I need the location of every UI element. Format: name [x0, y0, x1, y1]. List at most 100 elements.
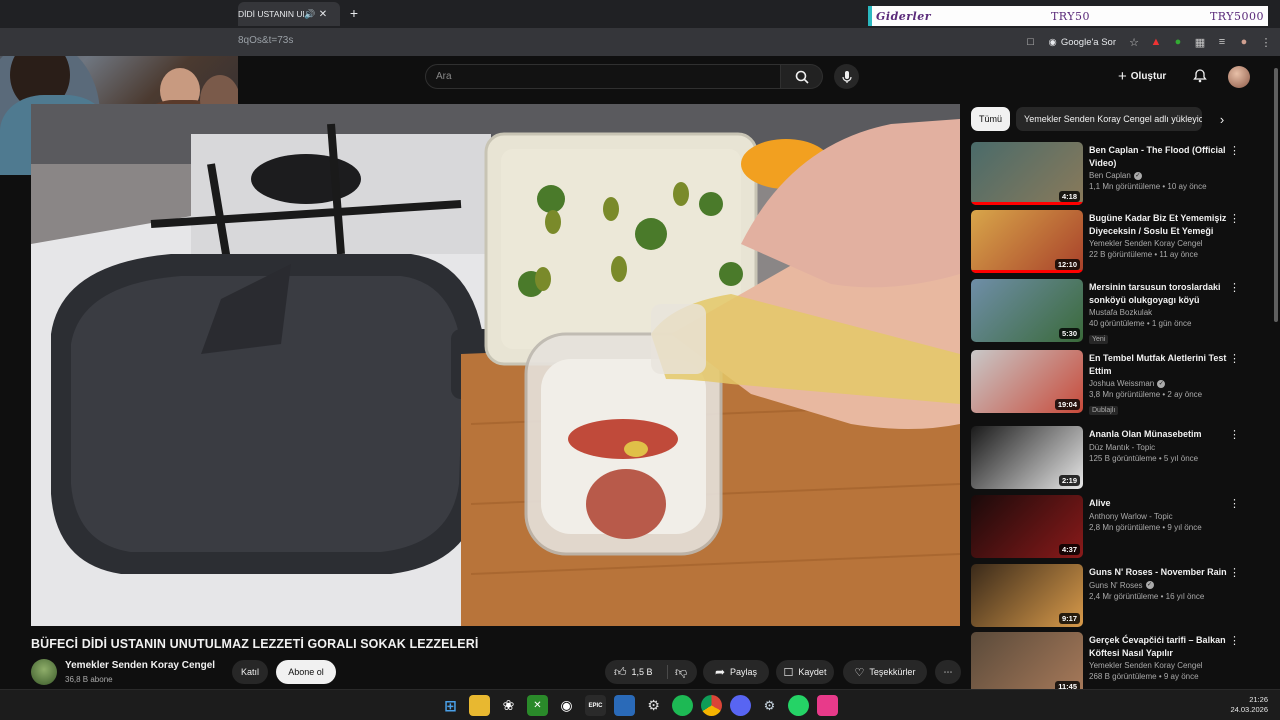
- recommendation-item[interactable]: 5:30 Mersinin tarsusun toroslardaki sonkö…: [971, 279, 1261, 345]
- video-thumbnail[interactable]: 5:30: [971, 279, 1083, 342]
- bookmark-icon: ☐: [783, 666, 794, 679]
- thanks-button[interactable]: ♡ Teşekkürler: [843, 660, 927, 684]
- browser-tab[interactable]: DİDİ USTANIN UNUTU 🔊 ✕: [238, 2, 340, 26]
- steam-icon[interactable]: ⚙: [759, 695, 780, 716]
- more-vertical-icon[interactable]: ⋮: [1229, 428, 1240, 441]
- chatgpt-icon[interactable]: ❀: [498, 695, 519, 716]
- recommendation-meta: 2,4 Mr görüntüleme • 16 yıl önce: [1089, 591, 1205, 601]
- donation-overlay: Giderler TRY50 TRY5000: [868, 6, 1268, 26]
- recommendation-title[interactable]: Guns N' Roses - November Rain: [1089, 566, 1227, 579]
- recommendation-item[interactable]: 12:10 Bugüne Kadar Biz Et Yememişiz Diyec…: [971, 210, 1261, 276]
- recommendation-title[interactable]: Gerçek Ćevapčići tarifi – Balkan Köftesi…: [1089, 634, 1227, 659]
- recommendation-title[interactable]: Alive: [1089, 497, 1227, 510]
- chrome-icon[interactable]: [701, 695, 722, 716]
- chevron-right-icon[interactable]: ›: [1214, 112, 1230, 128]
- watch-progress-bar: [971, 270, 1083, 273]
- share-icon: ➦: [714, 665, 726, 679]
- more-vertical-icon[interactable]: ⋮: [1229, 144, 1240, 157]
- subscribe-button[interactable]: Abone ol: [276, 660, 336, 684]
- search-input[interactable]: Ara: [425, 64, 781, 89]
- recommendation-title[interactable]: Ben Caplan - The Flood (Official Video): [1089, 144, 1227, 169]
- recommendation-title[interactable]: En Tembel Mutfak Aletlerini Test Ettim: [1089, 352, 1227, 377]
- recommendation-item[interactable]: 4:37 Alive Anthony Warlow - Topic 2,8 Mn gö…: [971, 495, 1261, 561]
- like-count[interactable]: 1,5 B: [632, 667, 653, 677]
- extension-green-icon[interactable]: ●: [1170, 34, 1186, 50]
- playlist-icon[interactable]: ≡: [1214, 34, 1230, 50]
- recommendation-channel[interactable]: Ben Caplan: [1089, 171, 1131, 180]
- recommendation-channel[interactable]: Joshua Weissman: [1089, 379, 1154, 388]
- video-thumbnail[interactable]: 4:37: [971, 495, 1083, 558]
- discord-icon[interactable]: [730, 695, 751, 716]
- page-scrollbar[interactable]: [1274, 68, 1278, 322]
- recommendation-item[interactable]: 19:04 En Tembel Mutfak Aletlerini Test Et…: [971, 350, 1261, 416]
- recommendation-meta: 40 görüntüleme • 1 gün önce: [1089, 319, 1192, 328]
- menu-dots-icon[interactable]: ⋮: [1258, 34, 1274, 50]
- google-sor-button[interactable]: ◉ Google'a Sor: [1045, 37, 1120, 48]
- more-actions-button[interactable]: ⋯: [935, 660, 961, 684]
- bookmark-star-icon[interactable]: ☆: [1126, 34, 1142, 50]
- shield-app-icon[interactable]: [614, 695, 635, 716]
- video-thumbnail[interactable]: 4:18: [971, 142, 1083, 205]
- profile-icon[interactable]: ●: [1236, 34, 1252, 50]
- more-vertical-icon[interactable]: ⋮: [1229, 352, 1240, 365]
- xbox-icon[interactable]: ✕: [527, 695, 548, 716]
- close-tab-icon[interactable]: ✕: [316, 9, 330, 20]
- app-pink-icon[interactable]: [817, 695, 838, 716]
- video-thumbnail[interactable]: 19:04: [971, 350, 1083, 413]
- channel-name[interactable]: Yemekler Senden Koray Cengel: [65, 660, 215, 671]
- video-thumbnail[interactable]: 11:45: [971, 632, 1083, 695]
- notifications-bell-icon[interactable]: [1192, 68, 1208, 84]
- search-button[interactable]: [781, 64, 823, 89]
- share-button[interactable]: ➦ Paylaş: [703, 660, 769, 684]
- account-avatar[interactable]: [1228, 66, 1250, 88]
- dislike-icon[interactable]: 👎︎: [675, 665, 687, 680]
- recommendation-channel[interactable]: Düz Mantık - Topic: [1089, 443, 1155, 452]
- recommendation-title[interactable]: Mersinin tarsusun toroslardaki sonköyü o…: [1089, 281, 1227, 306]
- recommendation-channel[interactable]: Mustafa Bozkulak: [1089, 308, 1152, 317]
- more-vertical-icon[interactable]: ⋮: [1229, 634, 1240, 647]
- chip-all[interactable]: Tümü: [971, 107, 1011, 131]
- recommendation-channel[interactable]: Anthony Warlow - Topic: [1089, 512, 1173, 521]
- video-player[interactable]: [31, 104, 960, 626]
- extension-red-icon[interactable]: ▲: [1148, 34, 1164, 50]
- cast-icon[interactable]: □: [1023, 34, 1039, 50]
- new-tab-button[interactable]: +: [346, 5, 362, 21]
- video-thumbnail[interactable]: 9:17: [971, 564, 1083, 627]
- voice-search-button[interactable]: [834, 64, 859, 89]
- chip-uploader[interactable]: Yemekler Senden Koray Cengel adlı yükley…: [1016, 107, 1203, 131]
- whatsapp-icon[interactable]: [788, 695, 809, 716]
- settings-gear-icon[interactable]: ⚙: [643, 695, 664, 716]
- url-text[interactable]: 8qOs&t=73s: [238, 35, 293, 46]
- windows-start-icon[interactable]: ⊞: [440, 695, 461, 716]
- speaker-icon[interactable]: 🔊: [304, 9, 316, 20]
- like-icon[interactable]: 👍︎: [614, 665, 627, 680]
- more-vertical-icon[interactable]: ⋮: [1229, 497, 1240, 510]
- recommendation-item[interactable]: 4:18 Ben Caplan - The Flood (Official Vid…: [971, 142, 1261, 208]
- recommendation-channel[interactable]: Yemekler Senden Koray Cengel: [1089, 239, 1203, 248]
- recommendation-channel-row: Mustafa Bozkulak: [1089, 308, 1227, 317]
- more-vertical-icon[interactable]: ⋮: [1229, 566, 1240, 579]
- obs-icon[interactable]: ◉: [556, 695, 577, 716]
- extensions-icon[interactable]: ▦: [1192, 34, 1208, 50]
- channel-avatar[interactable]: [31, 659, 57, 685]
- recommendation-title[interactable]: Ananla Olan Münasebetim: [1089, 428, 1227, 441]
- system-clock[interactable]: 21:26 24.03.2026: [1230, 695, 1268, 715]
- join-button[interactable]: Katıl: [232, 660, 268, 684]
- more-vertical-icon[interactable]: ⋮: [1229, 212, 1240, 225]
- spotify-icon[interactable]: [672, 695, 693, 716]
- file-explorer-icon[interactable]: [469, 695, 490, 716]
- create-button[interactable]: + Oluştur: [1118, 66, 1166, 86]
- recommendation-title[interactable]: Bugüne Kadar Biz Et Yememişiz Diyeceksin…: [1089, 212, 1227, 237]
- recommendation-item[interactable]: 9:17 Guns N' Roses - November Rain Guns N'…: [971, 564, 1261, 630]
- duration-badge: 12:10: [1054, 259, 1080, 270]
- epic-games-icon[interactable]: EPIC: [585, 695, 606, 716]
- recommendation-item[interactable]: 2:19 Ananla Olan Münasebetim Düz Mantık - …: [971, 426, 1261, 492]
- tab-title: DİDİ USTANIN UNUTU: [238, 9, 304, 19]
- save-button[interactable]: ☐ Kaydet: [776, 660, 834, 684]
- video-thumbnail[interactable]: 12:10: [971, 210, 1083, 273]
- recommendation-channel[interactable]: Yemekler Senden Koray Cengel: [1089, 661, 1203, 670]
- video-thumbnail[interactable]: 2:19: [971, 426, 1083, 489]
- recommendation-channel-row: Yemekler Senden Koray Cengel: [1089, 661, 1227, 670]
- recommendation-channel[interactable]: Guns N' Roses: [1089, 581, 1143, 590]
- more-vertical-icon[interactable]: ⋮: [1229, 281, 1240, 294]
